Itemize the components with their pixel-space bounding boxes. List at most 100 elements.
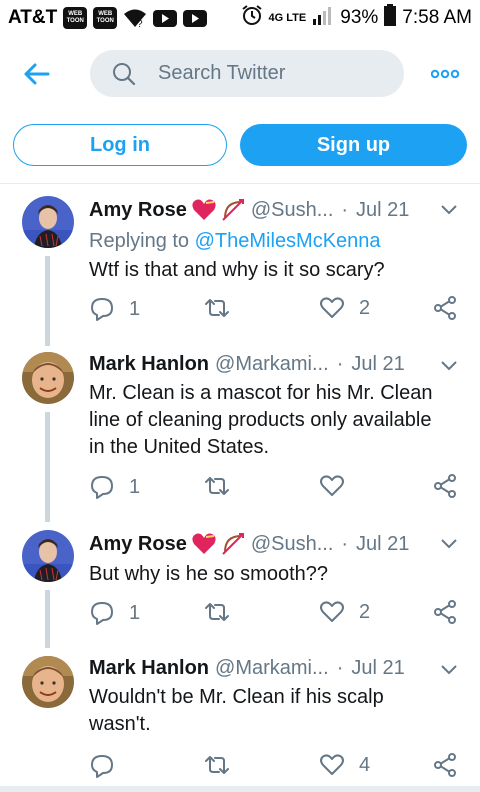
alarm-icon	[241, 4, 263, 32]
reply-button[interactable]: 1	[89, 474, 140, 500]
share-button[interactable]	[433, 600, 457, 624]
more-options-button[interactable]	[430, 64, 460, 84]
webtoon-app-icon: WEB TOON	[93, 7, 118, 29]
login-button[interactable]: Log in	[13, 124, 227, 166]
chevron-down-icon	[441, 539, 457, 549]
webtoon-badge-text: WEB TOON	[96, 11, 114, 24]
like-heart-icon	[320, 297, 344, 318]
avatar[interactable]	[22, 352, 74, 404]
tweet-menu-button[interactable]	[438, 354, 460, 376]
like-heart-icon	[320, 475, 344, 496]
display-name[interactable]: Mark Hanlon	[89, 353, 209, 376]
display-name[interactable]: Amy Rose	[89, 533, 187, 556]
user-handle: @Sush...	[250, 198, 334, 221]
clock: 7:58 AM	[402, 7, 472, 28]
chevron-down-icon	[441, 665, 457, 675]
tweet[interactable]: Mark Hanlon @Markami... · Jul 21 Wouldn'…	[0, 648, 480, 786]
like-button[interactable]: 2	[319, 296, 370, 320]
wifi-icon: ?	[123, 8, 147, 28]
thread-line	[45, 412, 50, 522]
share-button[interactable]	[433, 296, 457, 320]
network-type: 4G LTE	[268, 12, 307, 24]
like-count: 2	[359, 296, 371, 319]
reply-button[interactable]: 1	[89, 600, 140, 626]
tweet-date[interactable]: Jul 21	[356, 533, 409, 556]
retweet-icon	[205, 299, 229, 317]
share-icon	[434, 753, 456, 777]
tweet-text-line: Mr. Clean is a mascot for his Mr. Clean	[89, 382, 433, 404]
youtube-icon	[153, 9, 178, 27]
mention-link[interactable]: @TheMilesMcKenna	[195, 230, 381, 252]
status-bar: AT&T WEB TOON WEB TOON ? 4G LTE 93% 7:58…	[0, 0, 480, 36]
retweet-icon	[205, 756, 229, 774]
tweet[interactable]: Mark Hanlon @Markami... · Jul 21 Mr. Cle…	[0, 346, 480, 522]
retweet-button[interactable]	[203, 600, 245, 624]
webtoon-badge-text: WEB TOON	[66, 11, 84, 24]
like-button[interactable]	[319, 474, 359, 498]
tweet-text: Mr. Clean is a mascot for his Mr. Clean …	[89, 380, 461, 461]
tweet-text: Wouldn't be Mr. Clean if his scalp wasn'…	[89, 684, 461, 738]
reply-count: 1	[129, 475, 141, 498]
reply-icon	[91, 476, 113, 499]
tweet-header: Mark Hanlon @Markami... · Jul 21	[89, 353, 405, 376]
tweet-menu-button[interactable]	[438, 658, 460, 680]
chevron-down-icon	[441, 205, 457, 215]
user-handle: @Markami...	[215, 657, 329, 679]
retweet-button[interactable]	[203, 474, 245, 498]
search-input[interactable]	[158, 62, 378, 85]
tweet[interactable]: Amy Rose @Sush... · Jul 21 Replying to @…	[0, 186, 480, 346]
reply-icon	[91, 602, 113, 625]
signup-button[interactable]: Sign up	[240, 124, 467, 166]
tweet-date[interactable]: Jul 21	[356, 199, 409, 222]
tweet-text-line: wasn't.	[89, 713, 151, 735]
tweet-actions: 4	[89, 753, 461, 783]
like-count: 2	[359, 600, 371, 623]
retweet-button[interactable]	[203, 753, 245, 777]
auth-bar: Log in Sign up	[0, 112, 480, 184]
thread-line	[45, 590, 50, 648]
reply-button[interactable]	[89, 753, 129, 779]
share-icon	[434, 474, 456, 498]
thread-line	[45, 256, 50, 346]
tweet-text-line: line of cleaning products only available	[89, 409, 432, 431]
tweet-menu-button[interactable]	[438, 532, 460, 554]
tweet-date[interactable]: Jul 21	[351, 353, 404, 376]
tweet-header: Mark Hanlon @Markami... · Jul 21	[89, 657, 405, 680]
display-name[interactable]: Amy Rose	[89, 199, 187, 222]
reply-icon	[91, 755, 113, 778]
like-button[interactable]: 4	[319, 753, 370, 777]
top-header	[0, 36, 480, 112]
like-heart-icon	[320, 601, 344, 622]
share-button[interactable]	[433, 474, 457, 498]
avatar[interactable]	[22, 530, 74, 582]
tweet-text: But why is he so smooth??	[89, 563, 329, 585]
retweet-icon	[205, 477, 229, 495]
separator-dot: ·	[341, 532, 349, 555]
separator-dot: ·	[336, 657, 344, 679]
display-name[interactable]: Mark Hanlon	[89, 657, 209, 680]
replying-to-label: Replying to	[89, 230, 190, 252]
reply-button[interactable]: 1	[89, 296, 140, 322]
share-button[interactable]	[433, 753, 457, 777]
battery-percent: 93%	[340, 7, 379, 28]
reply-count: 1	[129, 297, 141, 320]
reply-icon	[91, 298, 113, 321]
like-button[interactable]: 2	[319, 600, 370, 624]
tweet-menu-button[interactable]	[438, 198, 460, 220]
back-button[interactable]	[20, 58, 52, 90]
search-bar[interactable]	[90, 50, 404, 97]
tweet-actions: 1	[89, 474, 461, 504]
back-arrow-icon	[24, 63, 50, 85]
youtube-icon	[183, 9, 208, 27]
bottom-divider	[0, 786, 480, 792]
retweet-button[interactable]	[203, 296, 245, 320]
tweet-date[interactable]: Jul 21	[351, 657, 404, 680]
svg-text:?: ?	[137, 19, 143, 28]
user-handle: @Markami...	[215, 353, 329, 375]
tweet-text-line: Wouldn't be Mr. Clean if his scalp	[89, 686, 384, 708]
tweet-actions: 1 2	[89, 600, 461, 630]
avatar[interactable]	[22, 196, 74, 248]
chevron-down-icon	[441, 361, 457, 371]
tweet[interactable]: Amy Rose @Sush... · Jul 21 But why is he…	[0, 522, 480, 648]
avatar[interactable]	[22, 656, 74, 708]
